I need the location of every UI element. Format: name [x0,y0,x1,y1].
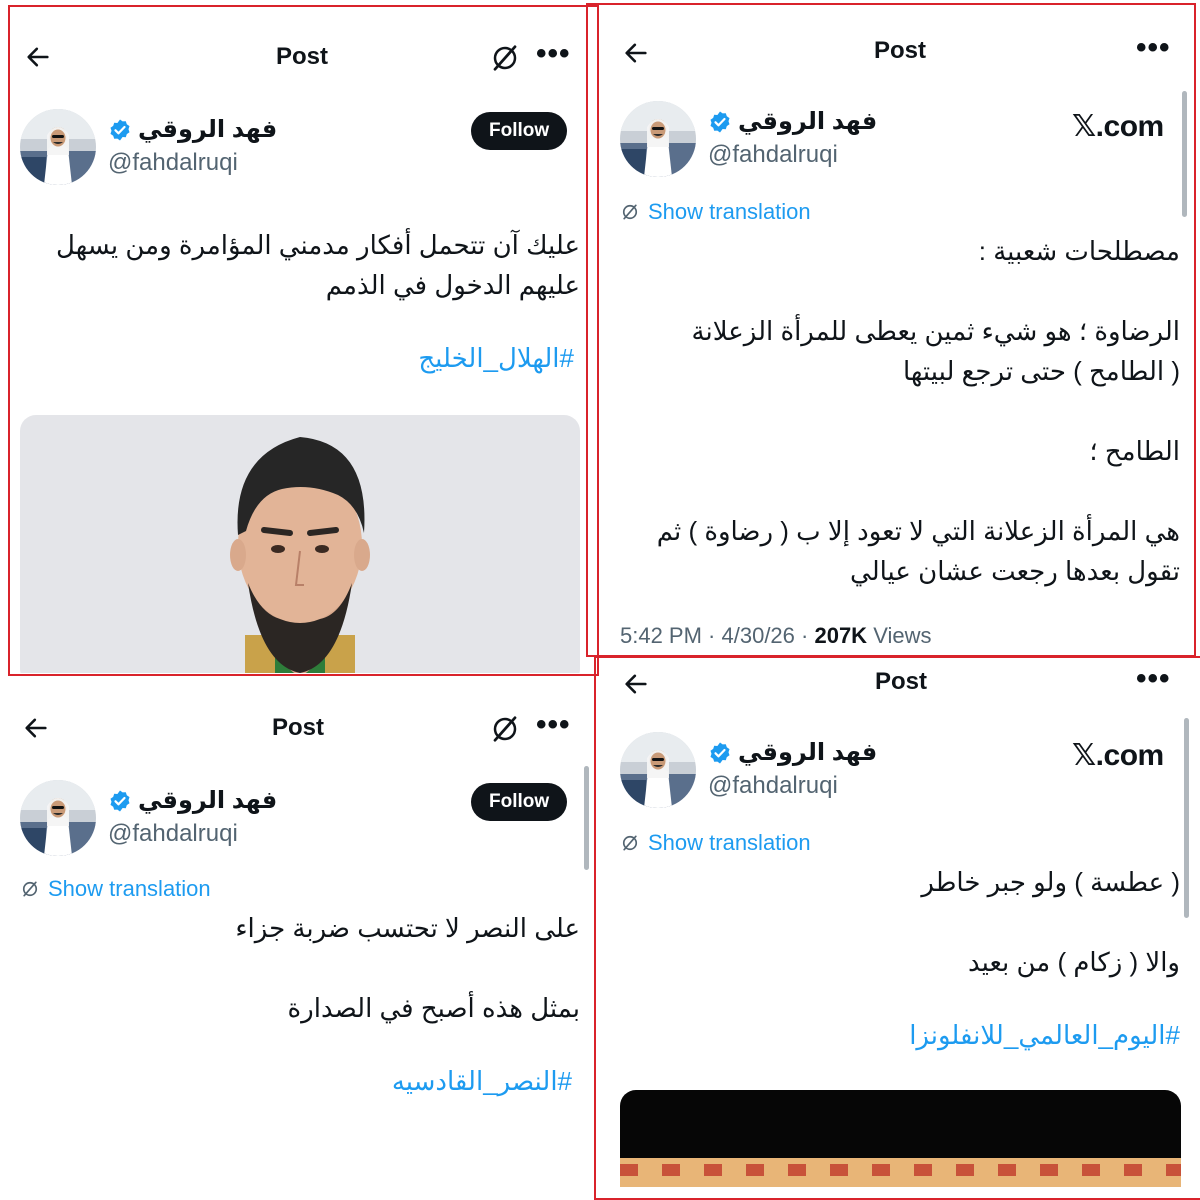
post-text: عليك آن تتحمل أفكار مدمني المؤامرة ومن ي… [56,230,580,300]
translate-off-icon[interactable] [490,714,520,744]
scrollbar[interactable] [1182,91,1187,217]
author-name-row[interactable]: فهد الروقي [108,786,277,815]
scrollbar[interactable] [1184,718,1189,918]
follow-button[interactable]: Follow [471,783,568,821]
avatar[interactable] [620,732,696,808]
post-image[interactable] [620,1090,1181,1187]
post-header: Post ••• [594,664,1200,720]
hashtag-link[interactable]: #الهلال_الخليج [418,343,574,374]
post-image[interactable] [20,415,580,673]
translate-off-icon [620,833,640,853]
verified-badge-icon [708,110,732,134]
verified-badge-icon [108,789,132,813]
post-panel-1: Post ••• فهد الروقي @fahdalruqi Follow ع… [8,5,596,673]
views-label: Views [873,623,932,648]
post-text: مصطلحات شعبية : الرضاوة ؛ هو شيء ثمين يع… [656,236,1180,586]
author-name: فهد الروقي [138,116,278,143]
post-text: ( عطسة ) ولو جبر خاطر والا ( زكام ) من ب… [921,867,1180,977]
author-name: فهد الروقي [738,739,878,766]
author-name-row[interactable]: فهد الروقي [108,115,277,144]
author-handle[interactable]: @fahdalruqi [708,772,838,800]
verified-badge-icon [108,118,132,142]
show-translation-link[interactable]: Show translation [620,199,811,225]
post-date: 4/30/26 [721,623,795,648]
views-count: 207K [814,623,868,648]
post-panel-2: Post ••• فهد الروقي @fahdalruqi 𝕏.com Sh… [586,3,1194,655]
avatar[interactable] [20,780,96,856]
scrollbar[interactable] [584,766,589,870]
show-translation-label: Show translation [648,199,811,224]
post-header: Post ••• [0,700,596,756]
xcom-label: 𝕏.com [1072,739,1164,772]
post-header: Post ••• [8,29,596,85]
more-options-icon[interactable]: ••• [536,710,571,740]
hashtag-link[interactable]: #النصر_القادسيه [392,1066,572,1097]
avatar[interactable] [20,109,96,185]
show-translation-link[interactable]: Show translation [20,876,211,902]
more-options-icon[interactable]: ••• [1136,33,1171,63]
translate-off-icon [20,879,40,899]
avatar[interactable] [620,101,696,177]
show-translation-label: Show translation [648,830,811,855]
author-handle[interactable]: @fahdalruqi [708,141,838,169]
header-title: Post [873,37,926,64]
verified-badge-icon [708,741,732,765]
post-panel-3: Post ••• فهد الروقي @fahdalruqi Follow S… [0,676,596,1187]
header-title: Post [874,668,927,695]
show-translation-link[interactable]: Show translation [620,830,811,856]
author-handle[interactable]: @fahdalruqi [108,149,238,177]
author-name: فهد الروقي [138,787,278,814]
post-meta: 5:42 PM · 4/30/26 · 207K Views [620,623,932,648]
post-header: Post ••• [586,33,1194,89]
more-options-icon[interactable]: ••• [1136,664,1171,694]
xcom-label: 𝕏.com [1072,110,1164,143]
more-options-icon[interactable]: ••• [536,39,571,69]
author-name-row[interactable]: فهد الروقي [708,738,877,767]
hashtag-link[interactable]: #اليوم_العالمي_للانفلونزا [909,1020,1180,1051]
post-panel-4: Post ••• فهد الروقي @fahdalruqi 𝕏.com Sh… [594,658,1200,1187]
post-text: على النصر لا تحتسب ضربة جزاء بمثل هذه أص… [235,913,580,1023]
translate-off-icon[interactable] [490,43,520,73]
player-photo [230,437,370,673]
show-translation-label: Show translation [48,876,211,901]
author-name: فهد الروقي [738,108,878,135]
post-time: 5:42 PM [620,623,702,648]
author-handle[interactable]: @fahdalruqi [108,820,238,848]
translate-off-icon [620,202,640,222]
author-name-row[interactable]: فهد الروقي [708,107,877,136]
follow-button[interactable]: Follow [471,112,568,150]
